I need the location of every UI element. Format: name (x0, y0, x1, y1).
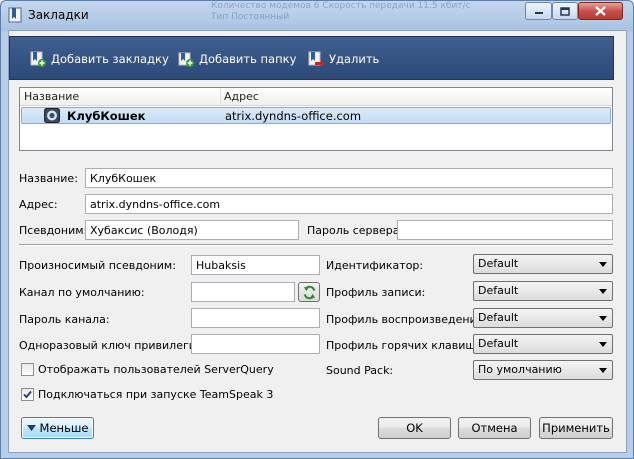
cancel-label: Отмена (471, 421, 518, 435)
add-bookmark-icon (30, 51, 46, 67)
ok-button[interactable]: OK (378, 417, 451, 439)
sound-pack-select[interactable]: По умолчанию (473, 360, 613, 380)
close-icon (595, 6, 606, 16)
connect-on-start-checkbox[interactable] (21, 388, 34, 401)
list-item[interactable]: КлубКошек atrix.dyndns-office.com (21, 107, 611, 124)
privilege-key-label: Одноразовый ключ привилегий: (19, 339, 207, 352)
identity-value: Default (478, 257, 519, 270)
minimize-button[interactable] (525, 2, 552, 20)
identity-select[interactable]: Default (473, 254, 613, 274)
address-field[interactable] (85, 194, 613, 214)
bookmark-name: КлубКошек (67, 109, 146, 123)
bookmarks-icon (8, 7, 22, 23)
phonetic-nickname-label: Произносимый псевдоним: (19, 259, 176, 272)
bookmark-address: atrix.dyndns-office.com (225, 109, 362, 123)
default-channel-field[interactable] (191, 282, 295, 302)
maximize-button[interactable] (552, 2, 578, 20)
background-window-text: Количество модемов 6 Скорость передачи 1… (211, 1, 471, 22)
bookmarks-list[interactable]: Название Адрес КлубКошек atrix.dyndns-of… (19, 87, 613, 151)
chevron-down-icon (599, 368, 607, 373)
sound-pack-value: По умолчанию (478, 363, 562, 376)
channel-password-label: Пароль канала: (19, 313, 110, 326)
bookmarks-toolbar: Добавить закладку Добавить папку Удалить (9, 36, 614, 80)
delete-button[interactable]: Удалить (308, 49, 379, 69)
column-separator (220, 88, 221, 105)
column-name-header[interactable]: Название (24, 90, 79, 103)
identity-label: Идентификатор: (326, 259, 424, 272)
capture-profile-select[interactable]: Default (473, 281, 613, 301)
bookmarks-window: Закладки Количество модемов 6 Скорость п… (0, 0, 634, 459)
default-channel-label: Канал по умолчанию: (19, 286, 145, 299)
section-divider (19, 244, 613, 246)
window-title: Закладки (28, 8, 89, 22)
collapse-arrow-icon (26, 425, 36, 431)
close-button[interactable] (578, 2, 623, 20)
refresh-icon (303, 285, 315, 299)
less-label: Меньше (39, 421, 89, 435)
ok-label: OK (406, 421, 423, 435)
maximize-icon (560, 6, 570, 16)
checkmark-icon (23, 390, 32, 399)
apply-label: Применить (542, 421, 610, 435)
server-password-field[interactable] (397, 220, 613, 240)
list-header: Название Адрес (20, 88, 612, 106)
phonetic-nickname-field[interactable] (191, 255, 320, 275)
less-button[interactable]: Меньше (21, 417, 94, 439)
add-bookmark-button[interactable]: Добавить закладку (30, 49, 169, 69)
add-folder-icon (178, 52, 194, 67)
connect-on-start-label[interactable]: Подключаться при запуске TeamSpeak 3 (38, 388, 273, 401)
privilege-key-field[interactable] (191, 334, 320, 354)
nickname-field[interactable] (85, 220, 299, 240)
delete-label: Удалить (329, 52, 380, 66)
playback-profile-select[interactable]: Default (473, 308, 613, 328)
sound-pack-label: Sound Pack: (326, 364, 394, 377)
apply-button[interactable]: Применить (539, 417, 613, 439)
add-bookmark-label: Добавить закладку (51, 52, 169, 66)
add-folder-label: Добавить папку (199, 52, 297, 66)
column-address-header[interactable]: Адрес (224, 90, 259, 103)
playback-profile-label: Профиль воспроизведения: (326, 313, 487, 326)
chevron-down-icon (599, 316, 607, 321)
server-bookmark-icon (44, 108, 60, 123)
title-bar[interactable]: Закладки Количество модемов 6 Скорость п… (1, 1, 633, 29)
refresh-channels-button[interactable] (298, 282, 320, 302)
nickname-label: Псевдоним: (19, 224, 88, 237)
channel-password-field[interactable] (191, 308, 320, 328)
hotkey-profile-select[interactable]: Default (473, 334, 613, 354)
name-field[interactable] (85, 168, 613, 188)
show-serverquery-label[interactable]: Отображать пользователей ServerQuery (38, 363, 274, 376)
minimize-icon (534, 12, 543, 14)
name-label: Название: (19, 172, 78, 185)
address-label: Адрес: (19, 198, 58, 211)
chevron-down-icon (599, 289, 607, 294)
hotkey-profile-label: Профиль горячих клавиш: (326, 339, 480, 352)
chevron-down-icon (599, 342, 607, 347)
capture-profile-label: Профиль записи: (326, 286, 426, 299)
server-password-label: Пароль сервера: (307, 224, 404, 237)
cancel-button[interactable]: Отмена (458, 417, 531, 439)
add-folder-button[interactable]: Добавить папку (178, 49, 296, 69)
hotkey-profile-value: Default (478, 337, 519, 350)
chevron-down-icon (599, 262, 607, 267)
show-serverquery-checkbox[interactable] (21, 363, 34, 376)
delete-icon (308, 51, 324, 66)
capture-profile-value: Default (478, 284, 519, 297)
playback-profile-value: Default (478, 311, 519, 324)
